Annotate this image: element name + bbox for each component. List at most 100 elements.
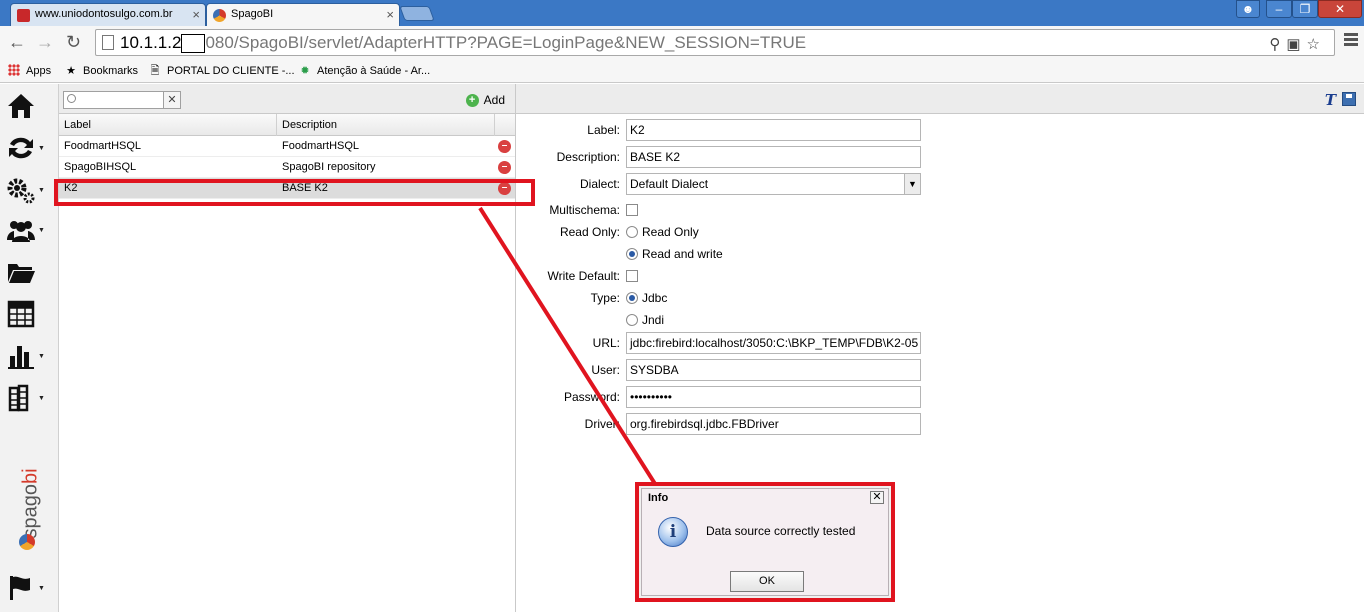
spagobi-logo: spagobi: [14, 452, 42, 552]
main-nav-sidebar: ▼ ▼ ▼ ▼ ▼ spagobi ▼: [0, 84, 59, 612]
table-row[interactable]: FoodmartHSQL FoodmartHSQL –: [59, 136, 515, 157]
description-field[interactable]: BASE K2: [626, 146, 921, 168]
folder-icon[interactable]: [6, 256, 48, 288]
field-label: Type:: [590, 291, 620, 305]
radio-label: Read Only: [642, 225, 699, 239]
cell-description: SpagoBI repository: [282, 161, 376, 173]
close-tab-icon[interactable]: ×: [386, 4, 394, 25]
delete-row-icon[interactable]: –: [498, 161, 511, 174]
browser-tab-uniodonto[interactable]: www.uniodontosulgo.com.br ×: [10, 3, 206, 26]
ok-button[interactable]: OK: [730, 571, 804, 592]
user-field[interactable]: SYSDBA: [626, 359, 921, 381]
read-only-radio[interactable]: [626, 226, 638, 238]
close-icon[interactable]: ✕: [870, 491, 884, 504]
add-label: Add: [483, 93, 505, 107]
test-connection-icon[interactable]: T: [1325, 91, 1336, 109]
user-profile-icon[interactable]: ☻: [1236, 0, 1260, 18]
add-plus-icon: +: [465, 93, 479, 107]
users-icon[interactable]: ▼: [6, 214, 48, 246]
search-icon: [67, 94, 76, 103]
dialog-title: Info: [648, 492, 669, 504]
form-row-description: Description: BASE K2: [516, 146, 1364, 168]
form-row-readonly: Read Only: Read Only: [516, 221, 1364, 243]
delete-row-icon[interactable]: –: [498, 140, 511, 153]
dropdown-caret-icon: ▼: [38, 226, 45, 234]
page-icon: 🗎: [150, 65, 160, 77]
field-label: Dialect:: [579, 177, 620, 191]
swap-icon[interactable]: ▼: [6, 132, 48, 164]
field-label: URL:: [592, 336, 620, 350]
dialect-selected-value: Default Dialect: [630, 177, 709, 191]
bookmark-label: Apps: [26, 65, 52, 77]
chevron-down-icon[interactable]: ▼: [904, 174, 920, 194]
browser-menu-icon[interactable]: [1344, 33, 1358, 48]
save-icon[interactable]: [1342, 92, 1356, 106]
form-row-multischema: Multischema:: [516, 199, 1364, 221]
stacked-books-icon[interactable]: ▼: [6, 382, 48, 414]
bookmark-portal-do-cliente[interactable]: 🗎 PORTAL DO CLIENTE -...: [148, 63, 295, 79]
column-header-label[interactable]: Label: [59, 114, 277, 136]
url-field[interactable]: jdbc:firebird:localhost/3050:C:\BKP_TEMP…: [626, 332, 921, 354]
flag-icon[interactable]: ▼: [6, 572, 48, 604]
dropdown-caret-icon: ▼: [38, 144, 45, 152]
type-jdbc-radio[interactable]: [626, 292, 638, 304]
close-tab-icon[interactable]: ×: [192, 4, 200, 25]
add-datasource-button[interactable]: + Add: [465, 93, 505, 107]
restore-window-button[interactable]: ❐: [1292, 0, 1318, 18]
browser-toolbar: ← → ↻ 10.1.1.2 080/SpagoBI/servlet/Adapte…: [0, 26, 1364, 59]
spagobi-favicon-icon: [213, 9, 226, 22]
omnibox-action-icons[interactable]: ⚲▣☆: [1269, 32, 1326, 55]
field-label: Write Default:: [547, 269, 620, 283]
field-label: Label:: [587, 123, 620, 137]
gears-icon[interactable]: ▼: [6, 174, 48, 206]
multischema-checkbox[interactable]: [626, 204, 638, 216]
minimize-window-button[interactable]: –: [1266, 0, 1292, 18]
close-window-button[interactable]: ✕: [1318, 0, 1362, 18]
form-row-readwrite: Read and write: [516, 243, 1364, 265]
field-label: Multischema:: [549, 203, 620, 217]
label-field[interactable]: K2: [626, 119, 921, 141]
forward-arrow-icon[interactable]: →: [36, 32, 54, 53]
bookmark-label: PORTAL DO CLIENTE -...: [167, 65, 295, 77]
bar-chart-icon[interactable]: ▼: [6, 340, 48, 372]
site-icon: ✹: [300, 65, 310, 77]
browser-tab-bar: www.uniodontosulgo.com.br × SpagoBI × ☻ …: [0, 0, 1364, 26]
new-tab-button[interactable]: [399, 6, 435, 21]
type-jndi-radio[interactable]: [626, 314, 638, 326]
form-row-label: Label: K2: [516, 119, 1364, 141]
apps-grid-icon: [8, 64, 20, 76]
radio-label: Jdbc: [642, 291, 668, 305]
bookmarks-bar: Apps ★ Bookmarks 🗎 PORTAL DO CLIENTE -... …: [0, 59, 1364, 83]
uniodonto-favicon-icon: [17, 9, 30, 22]
column-header-description[interactable]: Description: [277, 114, 495, 136]
logo-mark-icon: [19, 534, 35, 550]
tab-label: SpagoBI: [231, 8, 274, 20]
cell-label: SpagoBIHSQL: [64, 161, 137, 173]
back-arrow-icon[interactable]: ←: [8, 32, 26, 53]
browser-tab-spagobi[interactable]: SpagoBI ×: [206, 3, 400, 26]
table-row[interactable]: SpagoBIHSQL SpagoBI repository –: [59, 157, 515, 178]
write-default-checkbox[interactable]: [626, 270, 638, 282]
url-host: 10.1.1.2: [120, 33, 182, 52]
dropdown-caret-icon: ▼: [38, 584, 45, 592]
form-row-writedefault: Write Default:: [516, 265, 1364, 287]
read-write-radio[interactable]: [626, 248, 638, 260]
cell-label: FoodmartHSQL: [64, 140, 142, 152]
page-icon: [102, 35, 114, 50]
clear-search-button[interactable]: ✕: [163, 91, 181, 109]
password-field[interactable]: ••••••••••: [626, 386, 921, 408]
driver-field[interactable]: org.firebirdsql.jdbc.FBDriver: [626, 413, 921, 435]
bookmark-bookmarks[interactable]: ★ Bookmarks: [64, 63, 138, 79]
home-icon[interactable]: [6, 90, 48, 122]
bookmark-apps[interactable]: Apps: [8, 63, 51, 79]
bookmark-label: Bookmarks: [83, 65, 139, 77]
reload-icon[interactable]: ↻: [66, 32, 81, 53]
spreadsheet-icon[interactable]: [6, 298, 48, 330]
form-row-dialect: Dialect: Default Dialect ▼: [516, 173, 1364, 195]
star-icon: ★: [66, 65, 76, 77]
address-bar[interactable]: 10.1.1.2 080/SpagoBI/servlet/AdapterHTTP?…: [95, 29, 1335, 56]
form-row-url: URL: jdbc:firebird:localhost/3050:C:\BKP…: [516, 332, 1364, 354]
dialect-select[interactable]: Default Dialect ▼: [626, 173, 921, 195]
field-label: Read Only:: [559, 225, 620, 239]
bookmark-atencao-a-saude[interactable]: ✹ Atenção à Saúde - Ar...: [298, 63, 430, 79]
